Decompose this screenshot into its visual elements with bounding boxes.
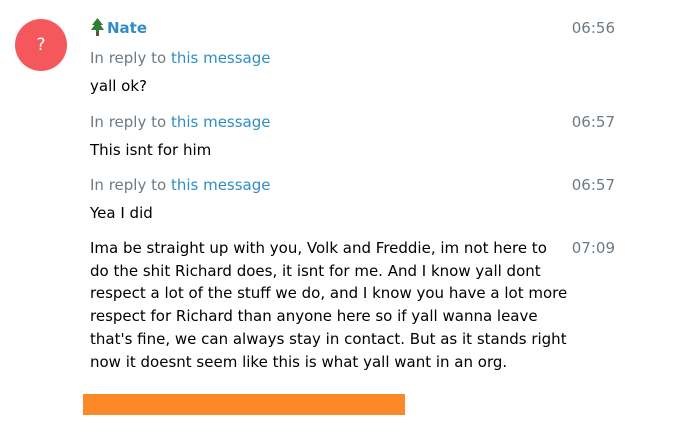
message-text: Ima be straight up with you, Volk and Fr…: [90, 239, 568, 371]
reply-link[interactable]: this message: [171, 113, 271, 131]
highlight-bar: [83, 394, 405, 415]
sender-label: Nate: [107, 19, 148, 37]
avatar-glyph: ?: [36, 35, 46, 55]
reply-header: In reply to this message: [90, 111, 271, 133]
message-text: yall ok?: [90, 77, 147, 95]
reply-header: In reply to this message: [90, 174, 271, 196]
message-text: Yea I did: [90, 204, 153, 222]
message-time: 06:57: [571, 176, 615, 194]
reply-link[interactable]: this message: [171, 49, 271, 67]
avatar[interactable]: ?: [15, 19, 67, 71]
reply-prefix: In reply to: [90, 113, 167, 131]
reply-header: In reply to this message: [90, 47, 271, 69]
message-text: This isnt for him: [90, 141, 212, 159]
message-time: 06:57: [571, 113, 615, 131]
sender-name[interactable]: Nate: [90, 17, 147, 39]
message-time: 06:56: [571, 19, 615, 37]
message-time: 07:09: [571, 239, 615, 257]
reply-prefix: In reply to: [90, 49, 167, 67]
reply-prefix: In reply to: [90, 176, 167, 194]
tree-icon: [91, 18, 104, 36]
reply-link[interactable]: this message: [171, 176, 271, 194]
